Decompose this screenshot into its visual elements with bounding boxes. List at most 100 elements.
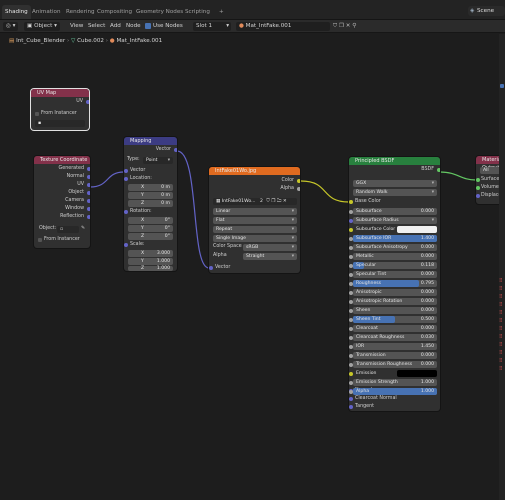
param-field-ior[interactable]: IOR 1.450: [353, 343, 437, 350]
location-z-field[interactable]: Z0 m: [128, 200, 173, 207]
gizmo-icons[interactable]: ⠿ ⠿ ⠿ ⠿ ⠿ ⠿ ⠿ ⠿ ⠿ ⠿ ⠿ ⠿: [499, 277, 505, 373]
uv-map-selector[interactable]: ▪: [35, 120, 85, 127]
mapping-type-dropdown[interactable]: Point ▾: [143, 157, 173, 164]
interpolation-dropdown[interactable]: Linear ▾: [213, 208, 297, 215]
extension-dropdown[interactable]: Repeat ▾: [213, 226, 297, 233]
location-x-field[interactable]: X0 m: [128, 184, 173, 191]
tangent-socket[interactable]: [349, 405, 353, 409]
param-field-sheen-tint[interactable]: Sheen Tint 0.500: [353, 316, 437, 323]
uv-map-node-title[interactable]: UV Map: [31, 89, 89, 97]
surface-input-socket[interactable]: [476, 178, 480, 182]
location-socket[interactable]: [124, 177, 128, 181]
object-picker-field[interactable]: ▫: [57, 226, 79, 233]
tool-icon-12[interactable]: ⠿: [499, 365, 505, 373]
param-field-subsurface-ior[interactable]: Subsurface IOR 1.400: [353, 235, 437, 242]
menu-view[interactable]: View: [70, 22, 83, 31]
tab-rendering[interactable]: Rendering: [63, 5, 98, 19]
param-field-sheen[interactable]: Sheen 0.000: [353, 307, 437, 314]
source-dropdown[interactable]: Single Image ▾: [213, 235, 297, 242]
rotation-z-field[interactable]: Z 0°: [128, 233, 173, 240]
param-field-roughness[interactable]: Roughness 0.795: [353, 280, 437, 287]
tool-icon-2[interactable]: ⠿: [499, 285, 505, 293]
mapping-node-title[interactable]: Mapping: [124, 137, 177, 145]
rotation-y-field[interactable]: Y 0°: [128, 225, 173, 232]
tool-icon-8[interactable]: ⠿: [499, 333, 505, 341]
image-texture-node[interactable]: IntFake01Wo.jpg Color Alpha ▦ IntFake01W…: [209, 167, 300, 273]
normal-socket[interactable]: [87, 175, 90, 179]
tab-geometry-nodes[interactable]: Geometry Nodes: [133, 5, 186, 19]
uv-socket[interactable]: [87, 183, 90, 187]
reflection-socket[interactable]: [87, 215, 90, 219]
displacement-input-socket[interactable]: [476, 194, 480, 198]
texture-coordinate-node[interactable]: Texture Coordinate Generated Normal UV O…: [34, 156, 90, 248]
generated-socket[interactable]: [87, 167, 90, 171]
sidebar-tab-icon[interactable]: [500, 84, 504, 88]
menu-add[interactable]: Add: [110, 22, 121, 31]
tab-compositing[interactable]: Compositing: [94, 5, 135, 19]
tool-icon-1[interactable]: ⠿: [499, 277, 505, 285]
tool-icon-4[interactable]: ⠿: [499, 301, 505, 309]
base-color-socket[interactable]: [349, 200, 353, 204]
param-field-anisotropic[interactable]: Anisotropic 0.000: [353, 289, 437, 296]
object-socket[interactable]: [87, 191, 90, 195]
param-field-emission[interactable]: Emission: [353, 370, 437, 377]
color-output-socket[interactable]: [297, 179, 300, 183]
projection-dropdown[interactable]: Flat ▾: [213, 217, 297, 224]
color-swatch[interactable]: [397, 226, 437, 233]
scale-x-field[interactable]: X 3.000: [128, 250, 173, 257]
material-actions[interactable]: ⛉ ❐ ✕ ⚲: [333, 22, 356, 31]
param-field-metallic[interactable]: Metallic 0.000: [353, 253, 437, 260]
tool-icon-9[interactable]: ⠿: [499, 341, 505, 349]
rotation-x-field[interactable]: X 0°: [128, 217, 173, 224]
param-field-emission-strength[interactable]: Emission Strength 1.000: [353, 379, 437, 386]
param-field-subsurface-radius[interactable]: Subsurface Radius ▾: [353, 217, 437, 224]
param-field-anisotropic-rotation[interactable]: Anisotropic Rotation 0.000: [353, 298, 437, 305]
from-instancer-checkbox[interactable]: [35, 112, 39, 116]
uv-map-node[interactable]: UV Map UV From Instancer ▪: [31, 89, 89, 130]
window-socket[interactable]: [87, 207, 90, 211]
param-field-transmission[interactable]: Transmission 0.000: [353, 352, 437, 359]
tool-icon-5[interactable]: ⠿: [499, 309, 505, 317]
alpha-mode-dropdown[interactable]: Straight ▾: [243, 253, 297, 260]
material-selector[interactable]: ● Mat_IntFake.001: [236, 22, 330, 31]
volume-input-socket[interactable]: [476, 186, 480, 190]
scale-socket[interactable]: [124, 243, 128, 247]
image-node-title[interactable]: IntFake01Wo.jpg: [209, 167, 300, 175]
param-field-subsurface-color[interactable]: Subsurface Color: [353, 226, 437, 233]
param-field-clearcoat-roughness[interactable]: Clearcoat Roughness 0.030: [353, 334, 437, 341]
tool-icon-7[interactable]: ⠿: [499, 325, 505, 333]
param-field-specular-tint[interactable]: Specular Tint 0.000: [353, 271, 437, 278]
scene-selector[interactable]: ◈ Scene: [468, 6, 505, 16]
param-field-clearcoat[interactable]: Clearcoat 0.000: [353, 325, 437, 332]
camera-socket[interactable]: [87, 199, 90, 203]
uv-output-socket[interactable]: [86, 100, 89, 104]
tab-scripting[interactable]: Scripting: [182, 5, 213, 19]
editor-type-button[interactable]: ◎ ▾: [3, 22, 19, 31]
mapping-node[interactable]: Mapping Vector Type: Point ▾ Vector Locat…: [124, 137, 177, 271]
texcoord-node-title[interactable]: Texture Coordinate: [34, 156, 90, 164]
color-swatch[interactable]: [397, 370, 437, 377]
scale-y-field[interactable]: Y 1.000: [128, 258, 173, 265]
rotation-socket[interactable]: [124, 210, 128, 214]
clearcoat-normal-socket[interactable]: [349, 397, 353, 401]
menu-select[interactable]: Select: [88, 22, 105, 31]
tool-icon-11[interactable]: ⠿: [499, 357, 505, 365]
add-workspace-button[interactable]: +: [216, 5, 227, 19]
scale-z-field[interactable]: Z 1.000: [128, 266, 173, 271]
tool-icon-6[interactable]: ⠿: [499, 317, 505, 325]
eyedropper-icon[interactable]: ✎: [81, 225, 85, 233]
tab-animation[interactable]: Animation: [29, 5, 64, 19]
vector-input-socket[interactable]: [124, 169, 128, 173]
alpha-output-socket[interactable]: [297, 187, 300, 191]
bsdf-output-socket[interactable]: [437, 168, 440, 172]
param-field-transmission-roughness[interactable]: Transmission Roughness 0.000: [353, 361, 437, 368]
color-space-dropdown[interactable]: sRGB ▾: [243, 244, 297, 251]
image-vector-input-socket[interactable]: [209, 266, 213, 270]
shader-type-dropdown[interactable]: ▣ Object ▾: [24, 22, 60, 31]
slot-dropdown[interactable]: Slot 1 ▾: [193, 22, 231, 31]
distribution-dropdown[interactable]: GGX ▾: [353, 180, 437, 187]
param-field-subsurface[interactable]: Subsurface 0.000: [353, 208, 437, 215]
mapping-output-socket[interactable]: [174, 148, 177, 152]
node-canvas[interactable]: ▤ Int_Cube_Blender › ▽ Cube.002 › ● Mat_…: [0, 34, 505, 500]
image-datablock-field[interactable]: ▦ IntFake01Wo... 2 ⛉ ❐ 🗀 ✕: [213, 198, 297, 205]
